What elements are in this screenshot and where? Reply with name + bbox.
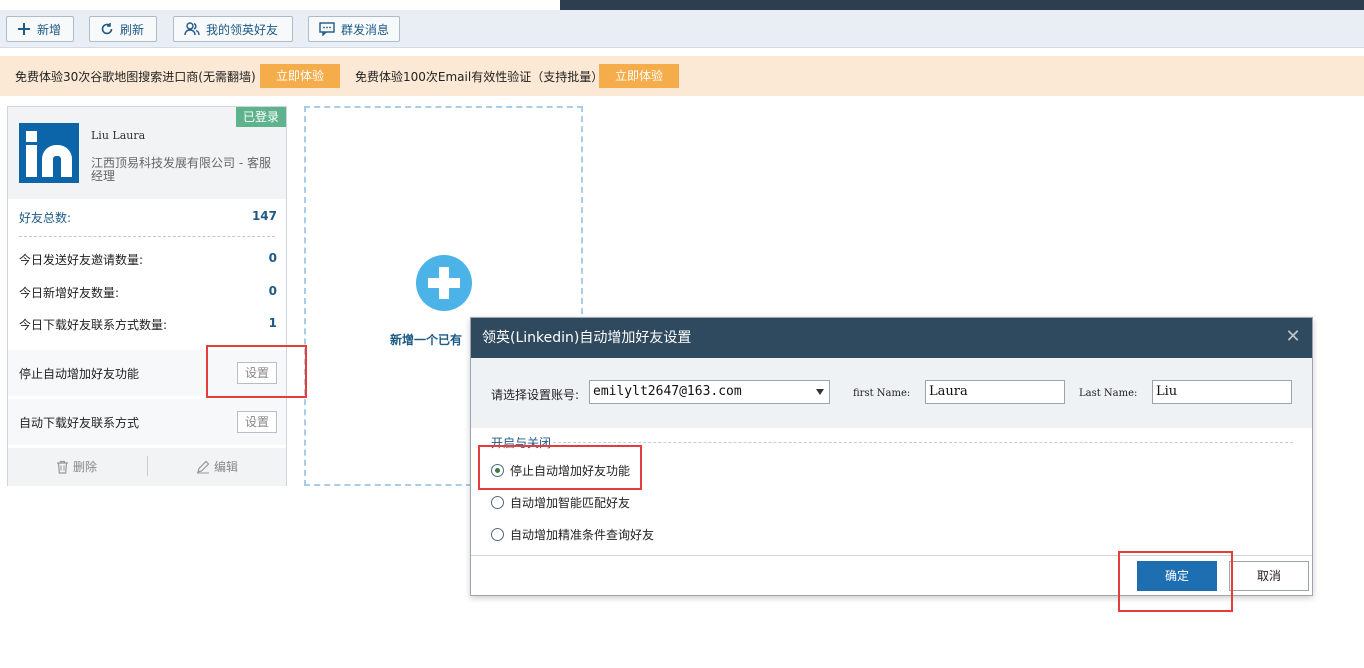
- plus-icon: [18, 23, 30, 35]
- radio-icon[interactable]: [491, 528, 504, 541]
- last-name-label: Last Name:: [1079, 388, 1138, 399]
- action-separator: [147, 456, 148, 476]
- delete-button[interactable]: 删除: [56, 458, 97, 475]
- radio-icon[interactable]: [491, 496, 504, 509]
- pencil-icon: [197, 460, 210, 473]
- promo-text-google-maps: 免费体验30次谷歌地图搜索进口商(无需翻墙): [15, 70, 256, 84]
- option-smart-match[interactable]: 自动增加智能匹配好友: [491, 494, 630, 511]
- broadcast-button[interactable]: 群发消息: [308, 16, 400, 42]
- highlight-box-option: [478, 445, 642, 490]
- add-circle-icon: [416, 255, 472, 311]
- promo-text-email: 免费体验100次Email有效性验证（支持批量）: [355, 70, 604, 84]
- first-name-field[interactable]: Laura: [925, 380, 1065, 404]
- auto-download-settings-button[interactable]: 设置: [237, 411, 277, 433]
- account-select[interactable]: emilylt2647@163.com: [589, 380, 830, 404]
- func-label-auto-add: 停止自动增加好友功能: [19, 367, 140, 381]
- refresh-button[interactable]: 刷新: [89, 16, 157, 42]
- last-name-field[interactable]: Liu: [1152, 380, 1292, 404]
- highlight-box-confirm: [1118, 551, 1233, 612]
- dialog-account-fields: 请选择设置账号: emilylt2647@163.com first Name:…: [471, 358, 1312, 428]
- refresh-button-label: 刷新: [120, 22, 145, 37]
- edit-button[interactable]: 编辑: [196, 458, 238, 475]
- cancel-button[interactable]: 取消: [1229, 561, 1309, 591]
- func-label-auto-download: 自动下载好友联系方式: [19, 416, 140, 430]
- users-icon: [184, 22, 200, 36]
- add-account-text: 新增一个已有: [390, 333, 463, 347]
- highlight-box-settings: [206, 345, 307, 398]
- stat-divider: [19, 236, 275, 237]
- toolbar: 新增 刷新 我的领英好友 群发消息: [0, 10, 1364, 48]
- section-divider: [553, 442, 1293, 443]
- chevron-down-icon: [816, 389, 824, 395]
- linkedin-logo-icon: [19, 123, 79, 183]
- account-name: Liu Laura: [91, 129, 146, 142]
- stat-downloads-today: 今日下载好友联系方式数量: 1: [19, 316, 277, 332]
- option-precise-query[interactable]: 自动增加精准条件查询好友: [491, 526, 654, 543]
- promo-try-button-2[interactable]: 立即体验: [599, 64, 679, 88]
- message-icon: [319, 22, 335, 36]
- dialog-title: 领英(Linkedin)自动增加好友设置: [471, 318, 1312, 358]
- stat-new-friends-today: 今日新增好友数量: 0: [19, 284, 277, 300]
- first-name-label: first Name:: [853, 388, 911, 399]
- trash-icon: [57, 460, 68, 474]
- account-select-label: 请选择设置账号:: [491, 388, 580, 402]
- card-actions: 删除 编辑: [8, 448, 286, 486]
- my-friends-button[interactable]: 我的领英好友: [173, 16, 293, 42]
- add-button-label: 新增: [37, 22, 62, 37]
- broadcast-button-label: 群发消息: [341, 22, 390, 37]
- status-badge: 已登录: [236, 107, 286, 127]
- stat-total-friends: 好友总数: 147: [19, 209, 277, 225]
- promo-try-button-1[interactable]: 立即体验: [260, 64, 340, 88]
- account-company: 江西顶易科技发展有限公司 - 客服经理: [91, 156, 271, 183]
- top-strip-light: [0, 0, 560, 10]
- close-icon[interactable]: ✕: [1282, 326, 1304, 348]
- stat-invites-today: 今日发送好友邀请数量: 0: [19, 251, 277, 267]
- account-card-header: Liu Laura 江西顶易科技发展有限公司 - 客服经理 已登录: [8, 107, 286, 199]
- refresh-icon: [101, 23, 113, 35]
- add-button[interactable]: 新增: [6, 16, 74, 42]
- promo-banner: 免费体验30次谷歌地图搜索进口商(无需翻墙) 立即体验 免费体验100次Emai…: [0, 56, 1364, 96]
- func-row-auto-download: 自动下载好友联系方式 设置: [8, 399, 286, 445]
- account-card: Liu Laura 江西顶易科技发展有限公司 - 客服经理 已登录 好友总数: …: [7, 106, 287, 486]
- my-friends-button-label: 我的领英好友: [206, 22, 279, 37]
